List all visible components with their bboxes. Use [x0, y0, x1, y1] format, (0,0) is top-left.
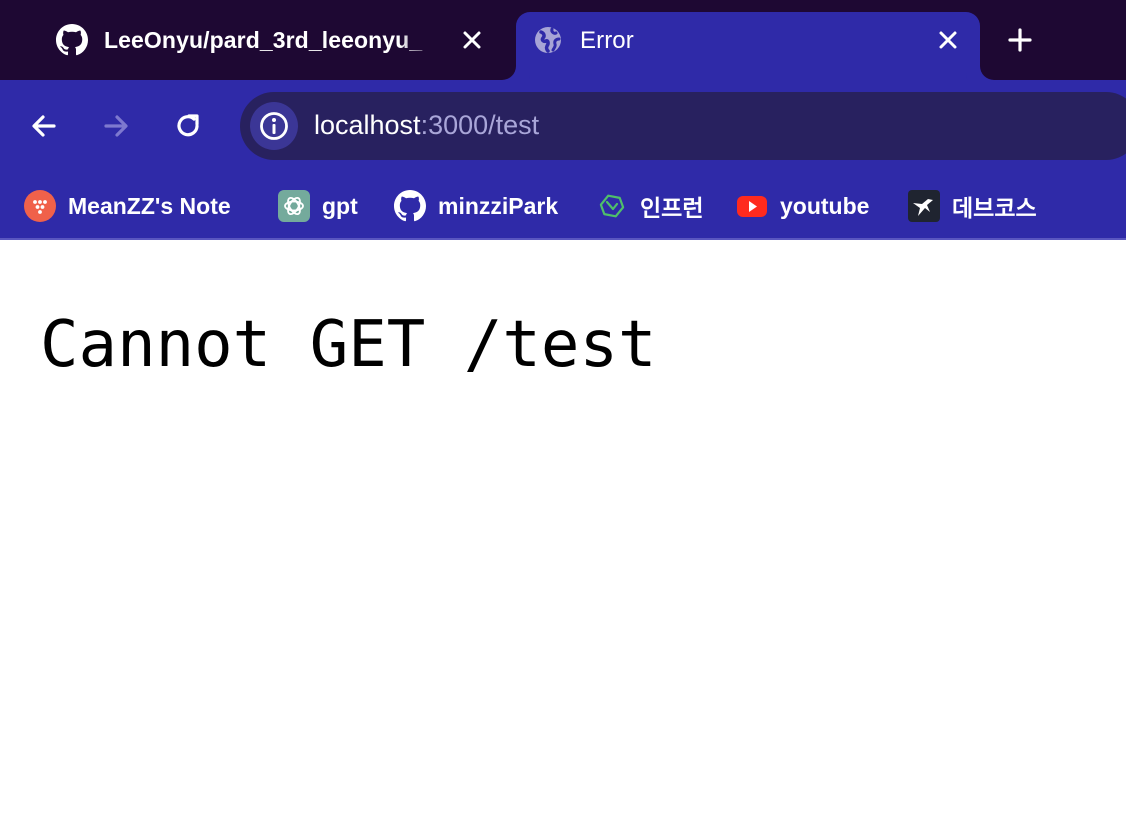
arrow-right-icon: [104, 115, 128, 137]
new-tab-button[interactable]: [1004, 24, 1036, 56]
globe-icon: [535, 27, 561, 53]
bookmarks-bar: MeanZZ's Note gpt minzziPark 인프런 youtube…: [0, 172, 1126, 240]
reload-icon: [177, 114, 199, 137]
page-content: Cannot GET /test: [0, 242, 1126, 814]
bookmark-inflearn[interactable]: 인프런: [596, 190, 703, 222]
tab-strip: LeeOnyu/pard_3rd_leeonyu_ Error: [0, 0, 1126, 80]
bookmark-label: 인프런: [640, 195, 704, 221]
address-bar[interactable]: localhost:3000/test: [240, 92, 1126, 160]
bookmark-youtube[interactable]: youtube: [736, 190, 869, 222]
back-button[interactable]: [24, 106, 64, 146]
bookmark-label: 데브코스: [952, 195, 1037, 221]
openai-icon: [278, 190, 310, 222]
url-path: :3000/test: [420, 110, 540, 140]
bookmark-label: MeanZZ's Note: [68, 192, 231, 219]
url-text[interactable]: localhost:3000/test: [314, 110, 539, 141]
arrow-left-icon: [32, 115, 56, 137]
error-message: Cannot GET /test: [40, 308, 657, 382]
note-dots-icon: [24, 190, 56, 222]
inflearn-icon: [599, 194, 625, 218]
bookmark-label: gpt: [322, 192, 358, 219]
bookmark-label: youtube: [780, 192, 870, 219]
github-icon: [394, 190, 426, 222]
bookmark-minzzipark[interactable]: minzziPark: [394, 190, 558, 222]
site-info-button[interactable]: [250, 102, 298, 150]
url-host: localhost: [314, 110, 421, 140]
bookmark-label: minzziPark: [438, 192, 559, 219]
toolbar: localhost:3000/test: [0, 80, 1126, 172]
bookmark-meanzz-note[interactable]: MeanZZ's Note: [24, 190, 231, 222]
forward-button[interactable]: [96, 106, 136, 146]
youtube-icon: [737, 196, 767, 217]
tab-title: Error: [580, 27, 634, 54]
github-icon: [56, 24, 88, 56]
tab-error[interactable]: Error: [516, 12, 980, 80]
bookmark-devcourse[interactable]: 데브코스: [908, 190, 1037, 222]
close-icon[interactable]: [936, 28, 960, 52]
bookmark-gpt[interactable]: gpt: [278, 190, 358, 222]
tab-title: LeeOnyu/pard_3rd_leeonyu_: [104, 27, 423, 53]
close-icon[interactable]: [460, 28, 484, 52]
devcourse-icon: [908, 190, 940, 222]
reload-button[interactable]: [168, 106, 208, 146]
tab-github[interactable]: LeeOnyu/pard_3rd_leeonyu_: [40, 12, 516, 80]
plus-icon: [1008, 28, 1032, 52]
info-icon: [260, 112, 288, 140]
